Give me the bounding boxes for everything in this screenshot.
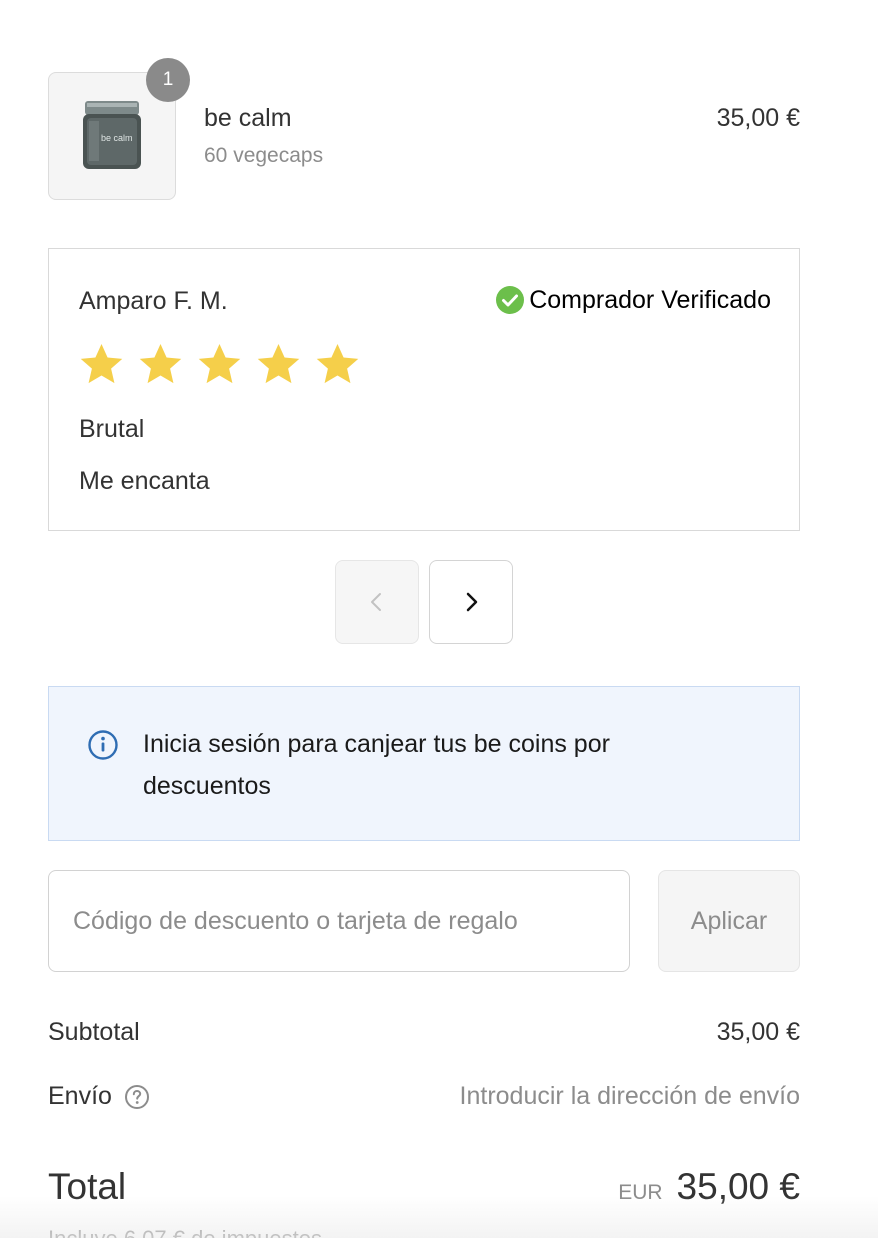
star-icon xyxy=(257,343,300,384)
shipping-label: Envío xyxy=(48,1082,112,1110)
star-icon xyxy=(80,343,123,384)
total-label: Total xyxy=(48,1166,127,1207)
total-row: Total EUR 35,00 € xyxy=(48,1166,800,1208)
product-name: be calm xyxy=(204,104,292,132)
verified-buyer-badge: Comprador Verificado xyxy=(495,285,771,315)
info-circle-icon xyxy=(88,730,118,760)
review-body: Me encanta xyxy=(79,467,210,495)
shipping-label-group: Envío xyxy=(48,1082,150,1111)
cart-line-item: be calm 1 be calm 60 vegecaps 35,00 € xyxy=(48,58,800,200)
total-value: 35,00 € xyxy=(676,1166,800,1207)
check-circle-icon xyxy=(496,286,525,314)
info-message: Inicia sesión para canjear tus be coins … xyxy=(143,730,610,800)
login-info-banner: Inicia sesión para canjear tus be coins … xyxy=(48,686,800,841)
currency-code: EUR xyxy=(618,1181,663,1204)
subtotal-row: Subtotal 35,00 € xyxy=(48,1018,800,1047)
chevron-left-icon xyxy=(371,593,381,611)
star-icon xyxy=(198,343,241,384)
chevron-right-icon xyxy=(466,592,478,612)
reviewer-name: Amparo F. M. xyxy=(79,287,228,315)
shipping-value: Introducir la dirección de envío xyxy=(459,1082,800,1110)
star-icon xyxy=(139,343,182,384)
apply-discount-button[interactable]: Aplicar xyxy=(658,870,800,972)
verified-label: Comprador Verificado xyxy=(529,285,771,314)
question-circle-icon[interactable] xyxy=(124,1084,150,1110)
product-jar-image: be calm xyxy=(83,101,141,169)
previous-review-button[interactable] xyxy=(335,560,419,644)
product-price: 35,00 € xyxy=(716,104,800,132)
product-variant: 60 vegecaps xyxy=(204,144,324,167)
total-amount-group: EUR 35,00 € xyxy=(618,1166,800,1208)
quantity-badge: 1 xyxy=(146,58,190,102)
review-card: Amparo F. M. Comprador Verificado Brutal… xyxy=(48,248,800,531)
shipping-row: Envío Introducir la dirección de envío xyxy=(48,1082,800,1111)
review-title: Brutal xyxy=(79,415,145,443)
star-icon xyxy=(316,343,359,384)
subtotal-label: Subtotal xyxy=(48,1018,140,1046)
star-rating xyxy=(77,341,362,388)
next-review-button[interactable] xyxy=(429,560,513,644)
jar-label: be calm xyxy=(101,133,133,143)
discount-code-input[interactable] xyxy=(48,870,630,972)
subtotal-value: 35,00 € xyxy=(716,1018,800,1046)
taxes-note: Incluye 6,07 € de impuestos xyxy=(48,1226,322,1238)
